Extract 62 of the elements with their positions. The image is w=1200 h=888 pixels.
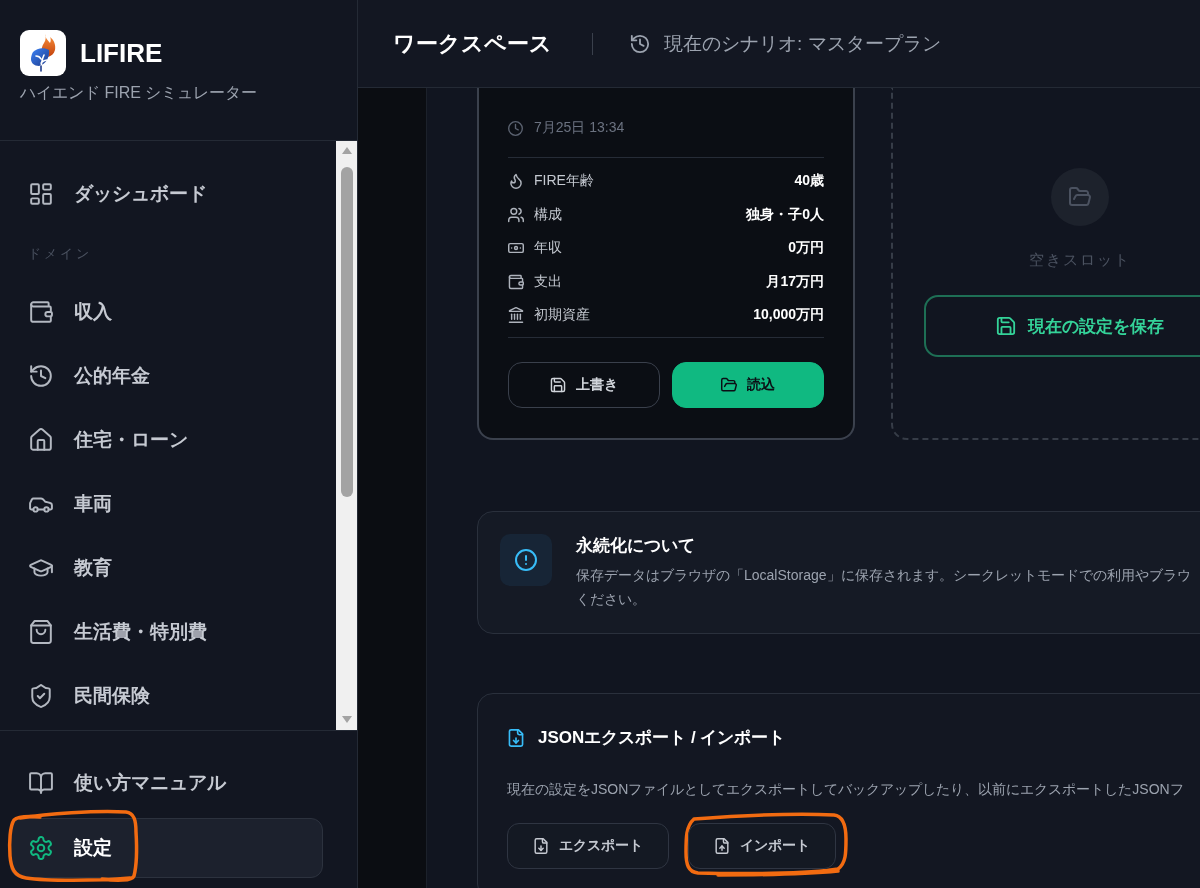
app-name: LIFIRE	[80, 37, 163, 69]
save-current-button[interactable]: 現在の設定を保存	[924, 295, 1200, 357]
history-icon	[630, 33, 650, 54]
app-tagline: ハイエンド FIRE シミュレーター	[20, 83, 259, 103]
stat-label: 支出	[534, 272, 562, 291]
stat-value: 0万円	[788, 239, 824, 257]
empty-slot-label: 空きスロット	[1029, 250, 1131, 270]
banknote-icon	[508, 240, 524, 256]
wallet-icon	[508, 273, 524, 290]
grid-icon	[29, 182, 53, 206]
nav-item[interactable]: 設定	[10, 818, 323, 878]
stat-label: 初期資産	[534, 306, 590, 324]
info-title: 永続化について	[576, 535, 696, 557]
stat-value: 独身・子0人	[746, 205, 824, 224]
scenario-label: 現在のシナリオ: マスタープラン	[664, 31, 941, 56]
stat-label: 年収	[534, 239, 562, 257]
nav-item[interactable]: ダッシュボード	[10, 180, 326, 208]
stat-value: 10,000万円	[753, 306, 824, 324]
people-icon	[508, 206, 524, 223]
stat-label: FIRE年齢	[534, 172, 594, 190]
nav-item[interactable]: 教育	[10, 554, 326, 582]
file-download-icon	[507, 729, 525, 747]
scrollbar-thumb[interactable]	[340, 167, 353, 497]
shopping-bag-icon	[29, 620, 53, 644]
saved-time: 7月25日 13:34	[534, 119, 625, 137]
bank-building-icon	[508, 307, 524, 323]
overwrite-button[interactable]: 上書き	[508, 362, 660, 408]
folder-icon	[721, 377, 737, 393]
graduation-cap-icon	[29, 556, 53, 580]
history-icon	[29, 364, 53, 388]
nav-item[interactable]: 収入	[10, 298, 326, 326]
clock-icon	[508, 120, 523, 136]
wallet-icon	[29, 300, 53, 324]
info-text: 保存データはブラウザの「LocalStorage」に保存されます。シークレットモードでの利用やブラウ ください。	[576, 566, 1191, 609]
flame-icon	[508, 173, 524, 189]
flame-leaf-logo	[20, 30, 66, 76]
folder-icon	[1051, 168, 1109, 226]
json-description: 現在の設定をJSONファイルとしてエクスポートしてバックアップしたり、以前にエクスポートしたJSONフ	[507, 780, 1185, 799]
nav-item[interactable]: 使い方マニュアル	[10, 753, 323, 813]
house-icon	[29, 428, 53, 452]
stat-value: 月17万円	[766, 272, 824, 291]
import-button[interactable]: インポート	[688, 823, 836, 869]
nav-item[interactable]: 民間保険	[10, 682, 326, 710]
nav-item[interactable]: 車両	[10, 490, 326, 518]
export-button[interactable]: エクスポート	[507, 823, 669, 869]
nav-item[interactable]: 住宅・ローン	[10, 426, 326, 454]
file-download-icon	[533, 838, 549, 854]
file-upload-icon	[714, 838, 730, 854]
stat-value: 40歳	[794, 172, 824, 190]
scroll-down-arrow-icon[interactable]	[341, 716, 352, 723]
scrollbar[interactable]	[336, 141, 357, 730]
json-title: JSONエクスポート / インポート	[538, 727, 786, 749]
shield-check-icon	[29, 684, 53, 708]
section-label: ドメイン	[28, 245, 93, 263]
settings-icon	[29, 836, 53, 860]
open-book-icon	[29, 771, 53, 795]
stat-label: 構成	[534, 205, 562, 224]
page-title: ワークスペース	[393, 29, 552, 58]
load-button[interactable]: 読込	[672, 362, 824, 408]
scroll-up-arrow-icon[interactable]	[341, 147, 352, 154]
nav-item[interactable]: 生活費・特別費	[10, 618, 326, 646]
nav-item[interactable]: 公的年金	[10, 362, 326, 390]
